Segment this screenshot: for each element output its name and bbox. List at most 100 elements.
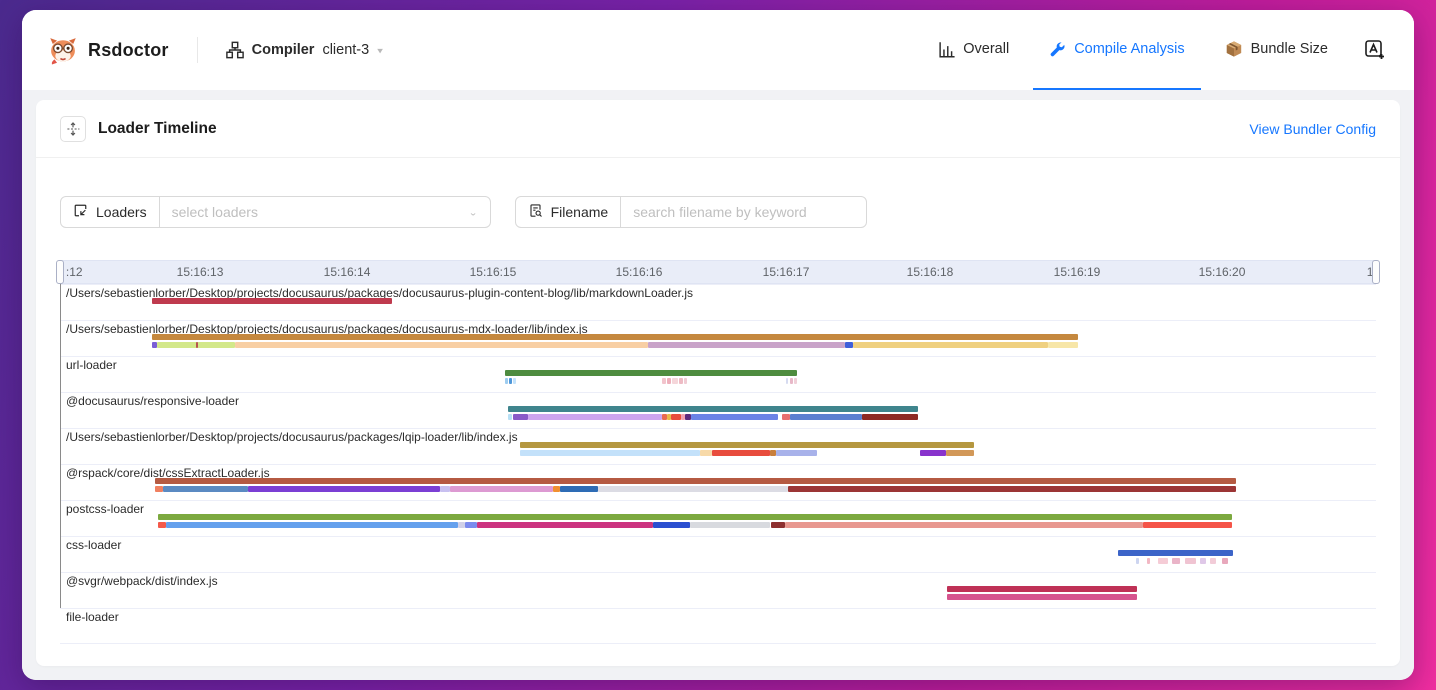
loader-span-bar[interactable] (662, 378, 666, 384)
loader-span-bar[interactable] (509, 378, 512, 384)
app-header: Rsdoctor Compiler client-3 ▾ (22, 10, 1414, 90)
loader-span-bar[interactable] (790, 378, 793, 384)
loader-span-bar[interactable] (684, 378, 687, 384)
timeline-row: @rspack/core/dist/cssExtractLoader.js (60, 464, 1376, 500)
loader-span-bar[interactable] (440, 486, 450, 492)
loader-span-bar[interactable] (1118, 550, 1233, 556)
filename-input-wrap (621, 197, 866, 227)
loader-span-bar[interactable] (771, 522, 785, 528)
loader-span-bar[interactable] (862, 414, 918, 420)
loader-span-bar[interactable] (598, 486, 788, 492)
page-title: Loader Timeline (98, 120, 217, 138)
loader-span-bar[interactable] (513, 414, 528, 420)
loader-span-bar[interactable] (947, 586, 1137, 592)
loader-span-bar[interactable] (1158, 558, 1168, 564)
loader-span-bar[interactable] (648, 342, 845, 348)
loader-span-bar[interactable] (163, 486, 248, 492)
compiler-value: client-3 (322, 42, 369, 58)
loader-span-bar[interactable] (1147, 558, 1150, 564)
loader-span-bar[interactable] (458, 522, 465, 528)
loader-span-bar[interactable] (1222, 558, 1228, 564)
loader-span-bar[interactable] (790, 414, 862, 420)
loader-span-bar[interactable] (690, 522, 770, 528)
loader-span-bar[interactable] (158, 514, 1232, 520)
nav-compile-analysis[interactable]: Compile Analysis (1033, 10, 1200, 90)
loader-span-bar[interactable] (166, 522, 458, 528)
loader-span-bar[interactable] (845, 342, 853, 348)
loader-span-bar[interactable] (155, 486, 163, 492)
loader-span-bar[interactable] (782, 414, 790, 420)
loader-span-bar[interactable] (505, 378, 508, 384)
row-label: postcss-loader (66, 502, 144, 516)
axis-tick-label: 15:16:14 (324, 265, 371, 279)
loader-span-bar[interactable] (947, 594, 1137, 600)
loader-span-bar[interactable] (152, 334, 1078, 340)
filename-filter-addon: Filename (516, 197, 622, 227)
loader-span-bar[interactable] (794, 378, 797, 384)
loader-span-bar[interactable] (853, 342, 1048, 348)
loader-span-bar[interactable] (1143, 522, 1232, 528)
language-toggle-button[interactable] (1352, 10, 1390, 90)
axis-tick-label: :12 (66, 265, 83, 279)
cluster-icon (226, 41, 244, 59)
loader-span-bar[interactable] (667, 378, 671, 384)
loader-span-bar[interactable] (155, 478, 1236, 484)
loader-span-bar[interactable] (196, 342, 198, 348)
compiler-selector[interactable]: Compiler client-3 ▾ (226, 41, 383, 59)
loader-span-bar[interactable] (788, 486, 1236, 492)
loader-span-bar[interactable] (248, 486, 440, 492)
filename-search-input[interactable] (633, 204, 854, 220)
loader-span-bar[interactable] (505, 370, 797, 376)
loader-span-bar[interactable] (1172, 558, 1180, 564)
filename-filter-label: Filename (551, 204, 609, 220)
loader-span-bar[interactable] (920, 450, 946, 456)
loader-span-bar[interactable] (158, 522, 166, 528)
loader-span-bar[interactable] (152, 298, 392, 304)
loader-span-bar[interactable] (508, 406, 918, 412)
axis-tick-label: 15:16:13 (177, 265, 224, 279)
loaders-select[interactable]: select loaders ⌄ (160, 197, 490, 227)
loader-span-bar[interactable] (712, 450, 770, 456)
brush-handle-right[interactable] (1372, 260, 1380, 284)
loader-span-bar[interactable] (1136, 558, 1139, 564)
file-search-icon (528, 203, 543, 221)
loader-span-bar[interactable] (553, 486, 560, 492)
loader-span-bar[interactable] (235, 342, 648, 348)
vertical-split-icon (60, 116, 86, 142)
filename-filter-group: Filename (515, 196, 868, 228)
nav-overall[interactable]: Overall (922, 10, 1025, 90)
loader-span-bar[interactable] (1185, 558, 1196, 564)
loader-span-bar[interactable] (946, 450, 974, 456)
loader-span-bar[interactable] (520, 442, 974, 448)
loader-span-bar[interactable] (560, 486, 598, 492)
loader-span-bar[interactable] (653, 522, 690, 528)
loader-span-bar[interactable] (776, 450, 817, 456)
loaders-filter-label: Loaders (96, 204, 147, 220)
content-area: Loader Timeline View Bundler Config (22, 90, 1414, 680)
loader-span-bar[interactable] (477, 522, 653, 528)
loader-span-bar[interactable] (465, 522, 477, 528)
filter-bar: Loaders select loaders ⌄ (36, 158, 1400, 228)
loader-span-bar[interactable] (1210, 558, 1216, 564)
main-nav: Overall Compile Analysis (922, 10, 1390, 90)
loader-span-bar[interactable] (679, 378, 683, 384)
loader-span-bar[interactable] (672, 378, 678, 384)
loader-span-bar[interactable] (520, 450, 700, 456)
timeline-row: url-loader (60, 356, 1376, 392)
loader-span-bar[interactable] (508, 414, 512, 420)
loader-span-bar[interactable] (785, 522, 1143, 528)
time-axis[interactable]: :1215:16:1315:16:1415:16:1515:16:1615:16… (60, 260, 1376, 284)
loader-span-bar[interactable] (700, 450, 712, 456)
loader-span-bar[interactable] (450, 486, 553, 492)
loader-span-bar[interactable] (528, 414, 662, 420)
loader-span-bar[interactable] (1048, 342, 1078, 348)
nav-bundle-size[interactable]: Bundle Size (1209, 10, 1344, 90)
view-bundler-config-link[interactable]: View Bundler Config (1249, 121, 1376, 137)
loader-span-bar[interactable] (671, 414, 681, 420)
nav-overall-label: Overall (963, 41, 1009, 57)
loader-span-bar[interactable] (786, 378, 788, 384)
brush-handle-left[interactable] (56, 260, 64, 284)
loader-span-bar[interactable] (1200, 558, 1206, 564)
loader-span-bar[interactable] (513, 378, 516, 384)
loader-span-bar[interactable] (691, 414, 778, 420)
